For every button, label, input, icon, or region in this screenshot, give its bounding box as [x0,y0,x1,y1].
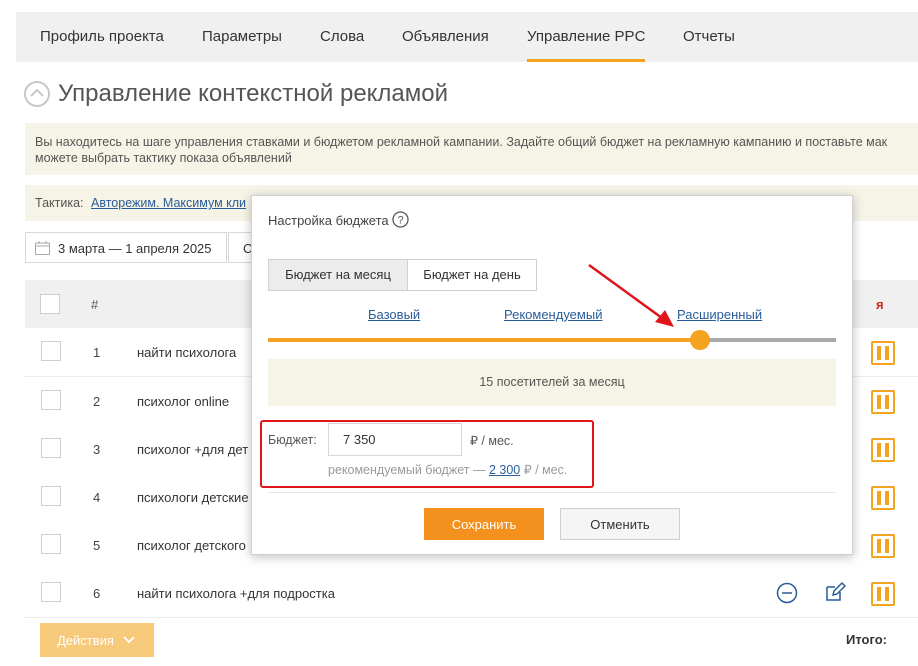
column-number-header: # [91,297,99,312]
minus-circle-icon[interactable] [776,582,798,604]
pause-icon[interactable] [871,582,895,606]
page-title: Управление контекстной рекламой [58,80,449,107]
actions-label: Действия [57,633,114,648]
budget-input[interactable] [328,423,462,456]
date-range-picker[interactable]: 3 марта — 1 апреля 2025 [25,232,227,263]
row-keyword: психологи детские [137,490,249,505]
tab-month-budget[interactable]: Бюджет на месяц [268,259,408,291]
select-all-checkbox[interactable] [40,294,60,314]
visitors-estimate: 15 посетителей за месяц [268,359,836,406]
row-keyword: найти психолога [137,345,237,360]
recommended-budget-link[interactable]: 2 300 [489,463,520,477]
row-keyword: найти психолога +для подростка [137,586,335,601]
rec-suffix: ₽ / мес. [523,463,568,477]
svg-text:?: ? [397,215,403,227]
info-text-line-2: можете выбрать тактику показа объявлений [35,151,292,165]
tab-project-profile[interactable]: Профиль проекта [40,12,164,62]
rec-prefix: рекомендуемый бюджет — [328,463,486,477]
tactic-label: Тактика: [35,196,84,210]
save-button[interactable]: Сохранить [424,508,544,540]
actions-button[interactable]: Действия [40,623,154,657]
row-number: 3 [93,442,101,457]
help-icon[interactable]: ? [392,211,409,228]
budget-slider-handle[interactable] [690,330,710,350]
pause-icon[interactable] [871,486,895,510]
tactic-link[interactable]: Авторежим. Максимум кли [91,196,246,210]
level-extended-link[interactable]: Расширенный [677,307,762,322]
calendar-icon [35,241,50,255]
row-checkbox[interactable] [41,438,61,458]
total-label: Итого: [846,632,887,647]
top-nav: Профиль проекта Параметры Слова Объявлен… [16,12,918,62]
divider [268,492,836,493]
date-range-text: 3 марта — 1 апреля 2025 [58,241,212,256]
row-keyword: психолог online [137,394,230,409]
row-checkbox[interactable] [41,582,61,602]
recommended-budget-hint: рекомендуемый бюджет — 2 300 ₽ / мес. [328,462,567,477]
budget-settings-dialog: Настройка бюджета ? Бюджет на месяц Бюдж… [251,195,853,555]
pause-icon[interactable] [871,341,895,365]
row-number: 5 [93,538,101,553]
chevron-down-icon [123,636,135,644]
table-row: 6 найти психолога +для подростка [25,569,918,618]
tab-words[interactable]: Слова [320,12,364,62]
row-keyword: психолог детского [137,538,246,553]
row-number: 4 [93,490,101,505]
row-keyword: психолог +для дет [137,442,249,457]
budget-label: Бюджет: [268,433,317,447]
row-checkbox[interactable] [41,390,61,410]
info-box: Вы находитесь на шаге управления ставкам… [25,123,918,175]
level-basic-link[interactable]: Базовый [368,307,420,322]
dialog-title: Настройка бюджета [268,213,389,228]
info-text-line-1: Вы находитесь на шаге управления ставкам… [35,135,888,149]
pause-icon[interactable] [871,438,895,462]
row-number: 6 [93,586,101,601]
tab-ads[interactable]: Объявления [402,12,489,62]
level-recommended-link[interactable]: Рекомендуемый [504,307,602,322]
edit-icon[interactable] [824,581,846,603]
row-checkbox[interactable] [41,534,61,554]
pause-icon[interactable] [871,390,895,414]
tab-day-budget[interactable]: Бюджет на день [407,259,537,291]
row-checkbox[interactable] [41,341,61,361]
budget-slider-fill [268,338,700,342]
budget-unit: ₽ / мес. [470,434,514,448]
row-number: 1 [93,345,101,360]
collapse-icon[interactable] [24,81,50,107]
row-number: 2 [93,394,101,409]
pause-icon[interactable] [871,534,895,558]
row-checkbox[interactable] [41,486,61,506]
tab-parameters[interactable]: Параметры [202,12,282,62]
tab-reports[interactable]: Отчеты [683,12,735,62]
tab-ppc-management[interactable]: Управление PPC [527,12,646,62]
cancel-button[interactable]: Отменить [560,508,680,540]
column-yandex-header: я [876,297,884,312]
